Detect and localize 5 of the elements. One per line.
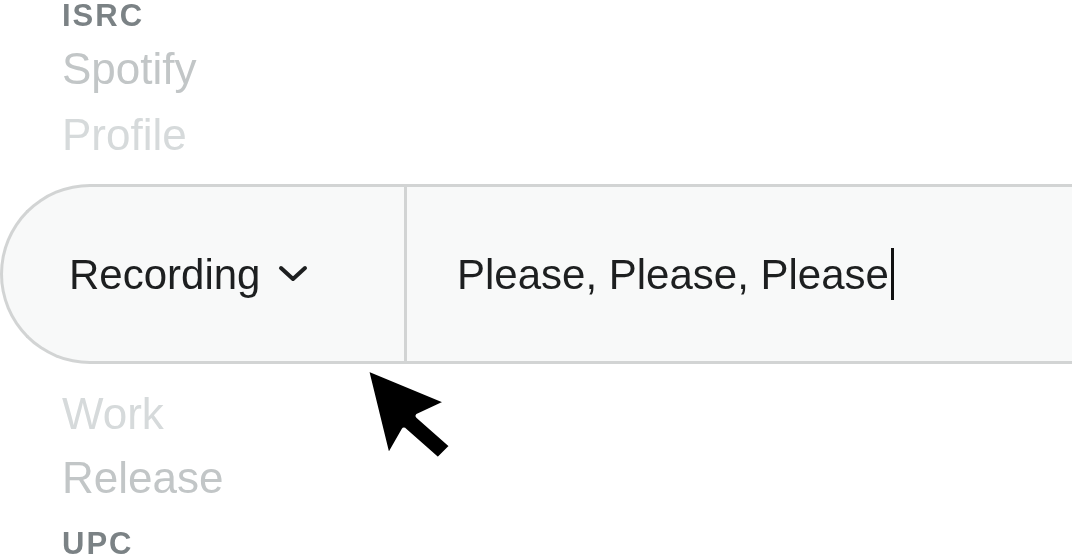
option-item[interactable]: UPC (62, 528, 134, 559)
option-item[interactable]: ISRC (62, 0, 145, 31)
search-field[interactable]: Please, Please, Please (407, 187, 1072, 361)
chevron-down-icon (278, 265, 309, 283)
type-dropdown[interactable]: Recording (3, 187, 407, 361)
